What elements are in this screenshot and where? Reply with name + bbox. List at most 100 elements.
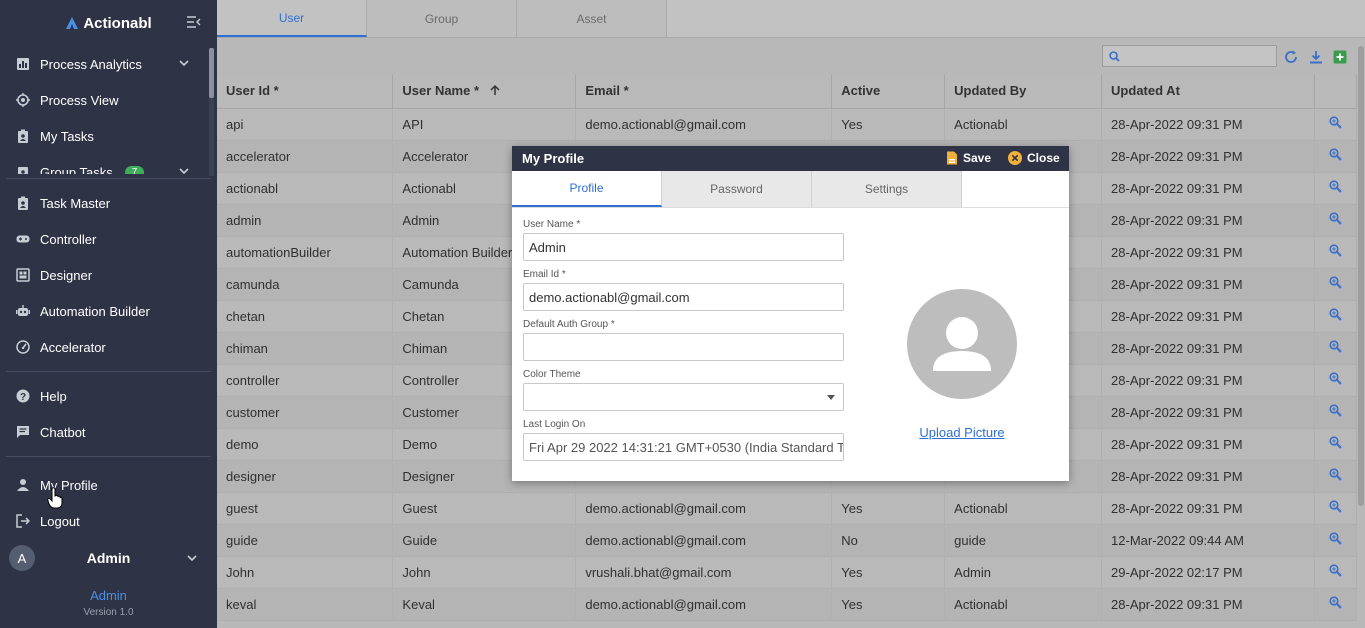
table-toolbar bbox=[217, 38, 1365, 74]
collapse-menu-icon[interactable] bbox=[187, 16, 201, 28]
col-actions bbox=[1314, 74, 1358, 109]
cell-user-name: Guest bbox=[392, 492, 577, 525]
sidebar-item-help[interactable]: ? Help bbox=[0, 378, 217, 414]
chevron-down-icon[interactable] bbox=[179, 168, 189, 174]
add-icon[interactable] bbox=[1333, 50, 1347, 64]
tab-profile[interactable]: Profile bbox=[512, 171, 662, 207]
zoom-view-icon[interactable] bbox=[1329, 148, 1342, 161]
col-updated-by[interactable]: Updated By bbox=[944, 74, 1103, 109]
zoom-view-icon[interactable] bbox=[1329, 404, 1342, 417]
col-active[interactable]: Active bbox=[831, 74, 946, 109]
user-menu[interactable]: A Admin bbox=[0, 540, 217, 576]
col-email[interactable]: Email * bbox=[575, 74, 833, 109]
table-row[interactable]: keval Keval demo.actionabl@gmail.com Yes Act… bbox=[217, 588, 1358, 621]
zoom-view-icon[interactable] bbox=[1329, 596, 1342, 609]
table-row[interactable]: guide Guide demo.actionabl@gmail.com No guid… bbox=[217, 524, 1358, 557]
sidebar-item-label: Group Tasks bbox=[40, 164, 113, 175]
cell-user-id: guest bbox=[217, 492, 394, 525]
tab-asset[interactable]: Asset bbox=[517, 0, 667, 37]
email-field[interactable]: demo.actionabl@gmail.com bbox=[523, 283, 844, 311]
sidebar-item-process-view[interactable]: Process View bbox=[0, 82, 217, 118]
sidebar-item-logout[interactable]: Logout bbox=[0, 503, 217, 539]
tab-settings[interactable]: Settings bbox=[812, 171, 962, 207]
cell-updated-at: 28-Apr-2022 09:31 PM bbox=[1101, 300, 1315, 333]
download-icon[interactable] bbox=[1309, 50, 1323, 64]
cell-user-id: guide bbox=[217, 524, 394, 557]
save-file-icon bbox=[947, 151, 957, 165]
zoom-view-icon[interactable] bbox=[1329, 500, 1342, 513]
sidebar-item-label: Controller bbox=[40, 231, 97, 247]
upload-picture-link[interactable]: Upload Picture bbox=[877, 425, 1047, 440]
sidebar-item-my-profile[interactable]: My Profile bbox=[0, 467, 217, 503]
table-row[interactable]: John John vrushali.bhat@gmail.com Yes Admin 2… bbox=[217, 556, 1358, 589]
sidebar-item-label: Process View bbox=[40, 92, 119, 108]
zoom-view-icon[interactable] bbox=[1329, 340, 1342, 353]
sidebar-item-chatbot[interactable]: Chatbot bbox=[0, 414, 217, 450]
brand-name: Actionabl bbox=[83, 14, 152, 32]
search-field[interactable] bbox=[1102, 45, 1277, 67]
sidebar-item-process-analytics[interactable]: Process Analytics bbox=[0, 46, 217, 82]
zoom-view-icon[interactable] bbox=[1329, 468, 1342, 481]
sidebar-item-group-tasks[interactable]: Group Tasks 7 bbox=[0, 154, 217, 174]
cell-updated-at: 28-Apr-2022 09:31 PM bbox=[1101, 460, 1315, 493]
cell-actions bbox=[1314, 332, 1358, 365]
zoom-view-icon[interactable] bbox=[1329, 564, 1342, 577]
dialog-title: My Profile bbox=[522, 151, 585, 166]
sidebar-scroll-thumb[interactable] bbox=[209, 48, 214, 98]
cell-actions bbox=[1314, 588, 1358, 621]
col-label: User Name * bbox=[402, 83, 480, 99]
col-user-name[interactable]: User Name * bbox=[392, 74, 577, 109]
cell-user-id: designer bbox=[217, 460, 394, 493]
my-profile-dialog: My Profile Save Close Profile Password S… bbox=[512, 146, 1069, 481]
col-user-id[interactable]: User Id * bbox=[217, 74, 394, 109]
zoom-view-icon[interactable] bbox=[1329, 436, 1342, 449]
color-theme-label: Color Theme bbox=[523, 369, 581, 380]
sidebar-item-accelerator[interactable]: Accelerator bbox=[0, 329, 217, 365]
zoom-view-icon[interactable] bbox=[1329, 116, 1342, 129]
save-button[interactable]: Save bbox=[946, 151, 991, 165]
sidebar-item-label: Designer bbox=[40, 267, 93, 283]
zoom-view-icon[interactable] bbox=[1329, 212, 1342, 225]
search-input[interactable] bbox=[1125, 46, 1265, 66]
table-scrollbar[interactable] bbox=[1358, 46, 1364, 506]
tab-group[interactable]: Group bbox=[367, 0, 517, 37]
sidebar-item-designer[interactable]: Designer bbox=[0, 257, 217, 293]
zoom-view-icon[interactable] bbox=[1329, 180, 1342, 193]
user-name-label: User Name * bbox=[523, 219, 581, 230]
close-button[interactable]: Close bbox=[1008, 151, 1060, 165]
zoom-view-icon[interactable] bbox=[1329, 308, 1342, 321]
cell-actions bbox=[1314, 460, 1358, 493]
user-role-link[interactable]: Admin bbox=[0, 588, 217, 603]
color-theme-select[interactable] bbox=[523, 383, 844, 411]
table-row[interactable]: guest Guest demo.actionabl@gmail.com Yes Act… bbox=[217, 492, 1358, 525]
cell-updated-at: 28-Apr-2022 09:31 PM bbox=[1101, 140, 1315, 173]
zoom-view-icon[interactable] bbox=[1329, 532, 1342, 545]
cell-updated-by: guide bbox=[944, 524, 1103, 557]
sidebar-item-controller[interactable]: Controller bbox=[0, 221, 217, 257]
table-row[interactable]: api API demo.actionabl@gmail.com Yes Actiona… bbox=[217, 108, 1358, 141]
cell-email: demo.actionabl@gmail.com bbox=[575, 108, 833, 141]
sidebar-item-my-tasks[interactable]: My Tasks bbox=[0, 118, 217, 154]
last-login-field[interactable]: Fri Apr 29 2022 14:31:21 GMT+0530 (India… bbox=[523, 433, 844, 461]
cell-updated-at: 28-Apr-2022 09:31 PM bbox=[1101, 492, 1315, 525]
zoom-view-icon[interactable] bbox=[1329, 372, 1342, 385]
user-name-field[interactable]: Admin bbox=[523, 233, 844, 261]
auth-group-field[interactable] bbox=[523, 333, 844, 361]
sidebar-item-label: Task Master bbox=[40, 195, 111, 211]
zoom-view-icon[interactable] bbox=[1329, 276, 1342, 289]
sidebar-item-task-master[interactable]: Task Master bbox=[0, 185, 217, 221]
tab-password[interactable]: Password bbox=[662, 171, 812, 207]
sidebar-item-label: Chatbot bbox=[40, 424, 86, 440]
cell-actions bbox=[1314, 204, 1358, 237]
chevron-down-icon[interactable] bbox=[179, 60, 189, 67]
col-updated-at[interactable]: Updated At bbox=[1101, 74, 1315, 109]
cell-updated-at: 28-Apr-2022 09:31 PM bbox=[1101, 396, 1315, 429]
tab-user[interactable]: User bbox=[217, 0, 367, 37]
chevron-down-icon[interactable] bbox=[187, 555, 197, 562]
cell-active: Yes bbox=[831, 492, 946, 525]
cell-actions bbox=[1314, 140, 1358, 173]
refresh-icon[interactable] bbox=[1284, 50, 1298, 64]
zoom-view-icon[interactable] bbox=[1329, 244, 1342, 257]
tab-bar: User Group Asset bbox=[217, 0, 1365, 38]
sidebar-item-automation-builder[interactable]: Automation Builder bbox=[0, 293, 217, 329]
